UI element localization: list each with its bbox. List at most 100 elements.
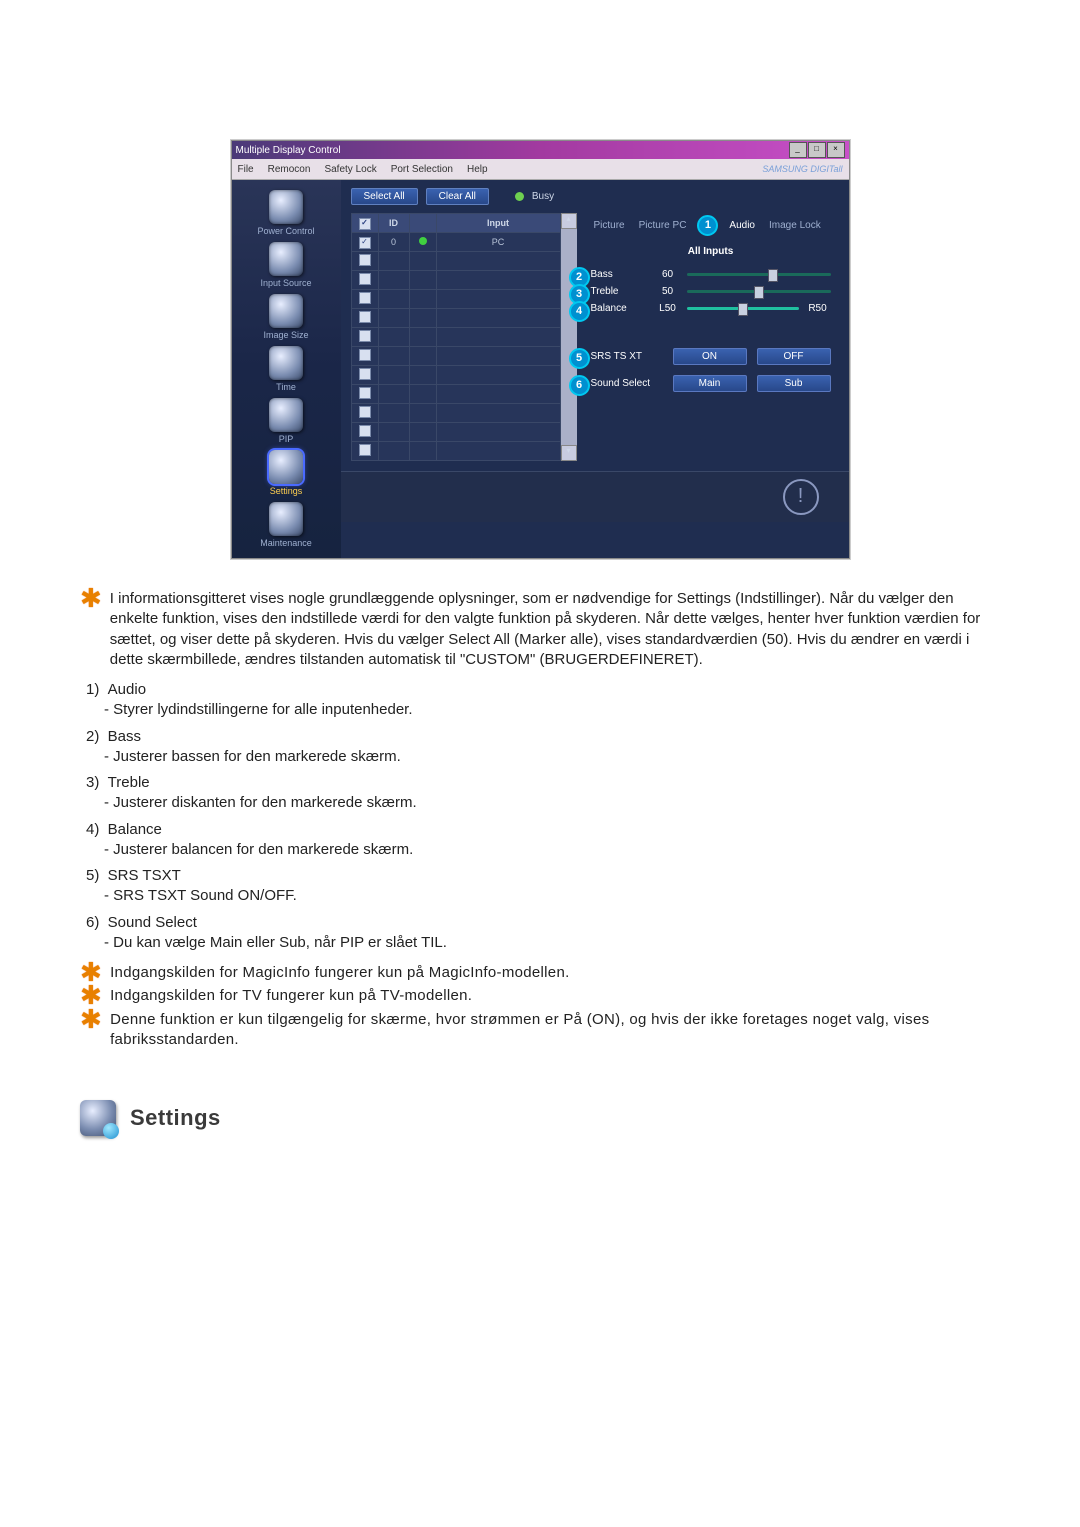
menu-port-selection[interactable]: Port Selection <box>391 164 453 175</box>
sound-main-button[interactable]: Main <box>673 375 747 392</box>
sidebar-icon <box>269 294 303 328</box>
cell-input <box>436 366 560 385</box>
menu-help[interactable]: Help <box>467 164 488 175</box>
sidebar-item-time[interactable]: Time <box>239 346 334 392</box>
sidebar-item-label: Time <box>239 382 334 392</box>
srs-on-button[interactable]: ON <box>673 348 747 365</box>
list-item-desc: - Justerer diskanten for den markerede s… <box>104 793 1000 813</box>
cell-input <box>436 271 560 290</box>
table-row[interactable] <box>351 423 560 442</box>
table-row[interactable] <box>351 442 560 461</box>
sidebar-icon <box>269 398 303 432</box>
cell-id <box>378 442 409 461</box>
table-row[interactable] <box>351 385 560 404</box>
table-row[interactable] <box>351 290 560 309</box>
maximize-icon[interactable]: □ <box>808 142 826 158</box>
treble-label: Treble <box>591 286 649 297</box>
app-window: Multiple Display Control _ □ × File Remo… <box>231 140 850 559</box>
sidebar-item-pip[interactable]: PIP <box>239 398 334 444</box>
list-item-desc: - Justerer balancen for den markerede sk… <box>104 840 1000 860</box>
table-row[interactable] <box>351 328 560 347</box>
grid-header <box>351 214 378 233</box>
cell-id <box>378 404 409 423</box>
balance-label: Balance <box>591 303 649 314</box>
checkbox-icon[interactable] <box>359 444 371 456</box>
sidebar-icon <box>269 190 303 224</box>
checkbox-icon[interactable] <box>359 368 371 380</box>
sidebar-item-input-source[interactable]: Input Source <box>239 242 334 288</box>
settings-heading-text: Settings <box>130 1103 221 1133</box>
balance-row: 4 Balance L50 R50 <box>591 303 831 314</box>
document-body: ✱ I informationsgitteret vises nogle gru… <box>80 589 1000 1136</box>
sidebar-item-power-control[interactable]: Power Control <box>239 190 334 236</box>
checkbox-icon[interactable] <box>359 292 371 304</box>
cell-id <box>378 347 409 366</box>
cell-id <box>378 423 409 442</box>
scroll-up-icon[interactable]: ▴ <box>561 213 577 229</box>
checkbox-icon[interactable] <box>359 349 371 361</box>
checkbox-icon[interactable] <box>359 330 371 342</box>
bass-slider[interactable] <box>687 273 831 276</box>
table-row[interactable] <box>351 347 560 366</box>
cell-input <box>436 385 560 404</box>
list-item: 2) Bass- Justerer bassen for den markere… <box>86 727 1000 768</box>
menubar: File Remocon Safety Lock Port Selection … <box>232 159 849 180</box>
cell-id <box>378 366 409 385</box>
cell-id <box>378 309 409 328</box>
checkbox-icon[interactable] <box>359 311 371 323</box>
checkbox-icon[interactable] <box>359 273 371 285</box>
srs-off-button[interactable]: OFF <box>757 348 831 365</box>
table-row[interactable] <box>351 404 560 423</box>
settings-tabs: Picture Picture PC 1 Audio Image Lock <box>591 215 831 236</box>
cell-id <box>378 290 409 309</box>
star-icon: ✱ <box>80 986 102 1004</box>
checkbox-icon[interactable] <box>359 237 371 249</box>
app-title: Multiple Display Control <box>236 145 341 156</box>
treble-slider[interactable] <box>687 290 831 293</box>
menu-safety-lock[interactable]: Safety Lock <box>324 164 376 175</box>
cell-input: PC <box>436 233 560 252</box>
list-item-desc: - Du kan vælge Main eller Sub, når PIP e… <box>104 933 1000 953</box>
table-row[interactable] <box>351 366 560 385</box>
treble-row: 3 Treble 50 <box>591 286 831 297</box>
balance-left: L50 <box>655 303 681 314</box>
checkbox-icon[interactable] <box>359 425 371 437</box>
tab-picture-pc[interactable]: Picture PC <box>636 218 690 233</box>
inputs-label: All Inputs <box>591 246 831 257</box>
sidebar-item-label: Power Control <box>239 226 334 236</box>
grid-scrollbar[interactable]: ▴ ▾ <box>561 213 577 461</box>
tab-audio[interactable]: Audio <box>726 218 758 233</box>
callout-4-icon: 4 <box>569 301 590 322</box>
sidebar-item-settings[interactable]: Settings <box>239 450 334 496</box>
select-all-button[interactable]: Select All <box>351 188 418 205</box>
tab-picture[interactable]: Picture <box>591 218 628 233</box>
sound-sub-button[interactable]: Sub <box>757 375 831 392</box>
checkbox-icon[interactable] <box>359 254 371 266</box>
menu-file[interactable]: File <box>238 164 254 175</box>
table-row[interactable] <box>351 309 560 328</box>
cell-id: 0 <box>378 233 409 252</box>
table-row[interactable]: 0 PC <box>351 233 560 252</box>
minimize-icon[interactable]: _ <box>789 142 807 158</box>
list-item: 3) Treble- Justerer diskanten for den ma… <box>86 773 1000 814</box>
tab-image-lock[interactable]: Image Lock <box>766 218 824 233</box>
sidebar-item-image-size[interactable]: Image Size <box>239 294 334 340</box>
checkbox-icon[interactable] <box>359 218 371 230</box>
close-icon[interactable]: × <box>827 142 845 158</box>
clear-all-button[interactable]: Clear All <box>426 188 489 205</box>
table-row[interactable] <box>351 252 560 271</box>
sidebar-item-maintenance[interactable]: Maintenance <box>239 502 334 548</box>
cell-input <box>436 442 560 461</box>
balance-slider[interactable] <box>687 307 799 310</box>
sidebar-icon <box>269 502 303 536</box>
list-item: 4) Balance- Justerer balancen for den ma… <box>86 820 1000 861</box>
menu-remocon[interactable]: Remocon <box>268 164 311 175</box>
sound-select-row: 6 Sound Select Main Sub <box>591 375 831 392</box>
sidebar-icon <box>269 346 303 380</box>
callout-6-icon: 6 <box>569 375 590 396</box>
numbered-list: 1) Audio- Styrer lydindstillingerne for … <box>86 680 1000 953</box>
table-row[interactable] <box>351 271 560 290</box>
scroll-down-icon[interactable]: ▾ <box>561 445 577 461</box>
checkbox-icon[interactable] <box>359 387 371 399</box>
checkbox-icon[interactable] <box>359 406 371 418</box>
